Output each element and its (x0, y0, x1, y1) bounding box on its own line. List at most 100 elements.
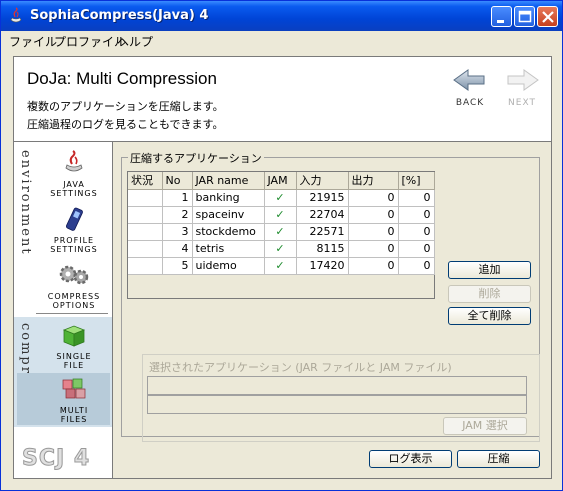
applications-table[interactable]: 状況 No JAR name JAM 入力 出力 [%] 1 banking ✓… (127, 171, 435, 299)
sidebar-item-label: FILES (60, 415, 88, 424)
add-button[interactable]: 追加 (448, 261, 531, 279)
column-header-percent[interactable]: [%] (398, 172, 435, 190)
applications-group: 圧縮するアプリケーション 状況 No JAR name JAM 入力 出力 [%… (121, 150, 540, 442)
cell-no: 4 (162, 240, 193, 258)
page-title: DoJa: Multi Compression (27, 69, 217, 88)
table-header-row: 状況 No JAR name JAM 入力 出力 [%] (128, 172, 435, 190)
menu-file[interactable]: ファイル (9, 33, 57, 50)
menu-profile[interactable]: プロファイル (54, 33, 126, 50)
cell-no: 1 (162, 189, 193, 207)
cell-input: 22571 (296, 223, 349, 241)
sidebar-item-label: MULTI (59, 406, 89, 415)
cell-status (128, 223, 163, 241)
cell-status (128, 206, 163, 224)
cell-input: 17420 (296, 257, 349, 275)
cell-input: 8115 (296, 240, 349, 258)
green-box-icon (38, 322, 110, 350)
compress-button[interactable]: 圧縮 (457, 450, 540, 468)
next-label: NEXT (508, 98, 536, 108)
description-line-2: 圧縮過程のログを見ることもできます。 (27, 118, 224, 131)
sidebar-item-single-file[interactable]: SINGLE FILE (38, 322, 110, 370)
cell-status (128, 240, 163, 258)
sidebar-item-profile-settings[interactable]: PROFILE SETTINGS (38, 206, 110, 254)
jam-check-icon: ✓ (264, 257, 297, 275)
sidebar: environment compress JAVA SETTINGS PROFI… (13, 142, 113, 479)
column-header-input[interactable]: 入力 (296, 172, 349, 190)
back-arrow-icon (448, 69, 492, 98)
sidebar-item-label: PROFILE (53, 236, 95, 245)
jam-check-icon: ✓ (264, 206, 297, 224)
column-header-no[interactable]: No (162, 172, 193, 190)
cell-percent: 0 (398, 240, 435, 258)
table-row[interactable]: 2 spaceinv ✓ 22704 0 0 (128, 206, 435, 224)
cell-jar-name: tetris (192, 240, 265, 258)
gears-icon (38, 262, 110, 290)
delete-all-button[interactable]: 全て削除 (448, 307, 531, 325)
sidebar-item-label: SETTINGS (50, 189, 98, 198)
column-header-jam[interactable]: JAM (264, 172, 297, 190)
jam-check-icon: ✓ (264, 189, 297, 207)
sidebar-item-label: COMPRESS (47, 292, 101, 301)
table-row[interactable]: 4 tetris ✓ 8115 0 0 (128, 240, 435, 258)
cell-no: 5 (162, 257, 193, 275)
cell-jar-name: banking (192, 189, 265, 207)
jam-check-icon: ✓ (264, 223, 297, 241)
menu-help[interactable]: ヘルプ (117, 33, 153, 50)
table-row[interactable]: 1 banking ✓ 21915 0 0 (128, 189, 435, 207)
column-header-jar-name[interactable]: JAR name (192, 172, 265, 190)
jam-select-button: JAM 選択 (443, 417, 527, 435)
cell-output: 0 (348, 206, 399, 224)
java-cup-icon (38, 150, 110, 178)
cell-jar-name: stockdemo (192, 223, 265, 241)
environment-section-label: environment (18, 150, 33, 256)
next-button: NEXT (500, 67, 544, 115)
cell-output: 0 (348, 223, 399, 241)
cell-percent: 0 (398, 189, 435, 207)
cell-output: 0 (348, 257, 399, 275)
scj-logo: SCJ 4 (21, 446, 91, 472)
multi-box-icon (38, 376, 110, 404)
phone-icon (38, 206, 110, 234)
cell-no: 3 (162, 223, 193, 241)
sidebar-item-label: SETTINGS (50, 245, 98, 254)
sidebar-item-label: OPTIONS (52, 301, 96, 310)
applications-group-label: 圧縮するアプリケーション (128, 150, 264, 166)
cell-output: 0 (348, 240, 399, 258)
back-button[interactable]: BACK (448, 67, 492, 115)
description-line-1: 複数のアプリケーションを圧縮します。 (27, 100, 224, 113)
cell-status (128, 189, 163, 207)
app-window: SophiaCompress(Java) 4 ファイル プロファイル ヘルプ D… (0, 0, 563, 491)
cell-percent: 0 (398, 206, 435, 224)
show-log-button[interactable]: ログ表示 (369, 450, 452, 468)
title-bar[interactable]: SophiaCompress(Java) 4 (1, 1, 562, 31)
close-button[interactable] (537, 6, 558, 27)
cell-input: 22704 (296, 206, 349, 224)
maximize-button[interactable] (514, 6, 535, 27)
sidebar-divider (36, 313, 108, 314)
table-row[interactable]: 3 stockdemo ✓ 22571 0 0 (128, 223, 435, 241)
cell-jar-name: uidemo (192, 257, 265, 275)
table-row[interactable]: 5 uidemo ✓ 17420 0 0 (128, 257, 435, 275)
window-title: SophiaCompress(Java) 4 (30, 8, 209, 23)
sidebar-item-label: FILE (63, 361, 85, 370)
cell-jar-name: spaceinv (192, 206, 265, 224)
java-app-icon (7, 7, 25, 25)
back-label: BACK (455, 98, 485, 108)
sidebar-item-compress-options[interactable]: COMPRESS OPTIONS (38, 262, 110, 310)
column-header-status[interactable]: 状況 (128, 172, 163, 190)
cell-input: 21915 (296, 189, 349, 207)
column-header-output[interactable]: 出力 (348, 172, 399, 190)
sidebar-item-label: SINGLE (56, 352, 92, 361)
next-arrow-icon (500, 69, 544, 98)
menu-bar: ファイル プロファイル ヘルプ (1, 31, 562, 50)
minimize-button[interactable] (491, 6, 512, 27)
jar-file-field (147, 376, 527, 395)
cell-status (128, 257, 163, 275)
delete-button: 削除 (448, 285, 531, 303)
sidebar-item-multi-files[interactable]: MULTI FILES (38, 376, 110, 424)
sidebar-item-java-settings[interactable]: JAVA SETTINGS (38, 150, 110, 198)
header-panel: DoJa: Multi Compression 複数のアプリケーションを圧縮しま… (13, 56, 552, 142)
main-panel: 圧縮するアプリケーション 状況 No JAR name JAM 入力 出力 [%… (113, 142, 552, 479)
selected-application-group: 選択されたアプリケーション (JAR ファイルと JAM ファイル) JAM 選… (142, 354, 540, 442)
jam-check-icon: ✓ (264, 240, 297, 258)
